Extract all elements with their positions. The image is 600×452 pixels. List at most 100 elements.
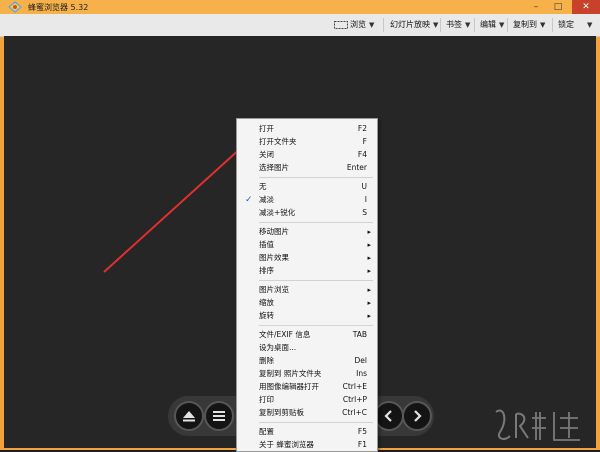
toolbar-divider — [507, 18, 508, 32]
menu-item-label: 配置 — [259, 427, 274, 436]
menu-item-select-picture[interactable]: 选择图片 Enter — [237, 162, 377, 174]
submenu-arrow-icon: ▸ — [367, 241, 371, 249]
toolbar-slideshow-menu[interactable]: 幻灯片放映 ▼ — [386, 19, 442, 31]
menu-item-about[interactable]: 关于 蜂蜜浏览器 F1 — [237, 439, 377, 451]
menu-item-label: 删除 — [259, 356, 274, 365]
menu-item-shortcut: F — [362, 137, 367, 146]
menu-item-label: 排序 — [259, 266, 274, 275]
menu-separator — [259, 422, 373, 423]
menu-item-rotate[interactable]: 旋转 ▸ — [237, 310, 377, 322]
toolbar-divider — [383, 18, 384, 32]
menu-item-zoom[interactable]: 缩放 ▸ — [237, 297, 377, 309]
close-button[interactable]: ✕ — [572, 0, 600, 14]
menu-item-shortcut: F1 — [357, 440, 367, 449]
menu-item-fade[interactable]: ✓ 减淡 I — [237, 194, 377, 206]
menu-item-none[interactable]: 无 U — [237, 181, 377, 193]
next-button[interactable] — [402, 401, 432, 431]
menu-item-label: 复制到 照片文件夹 — [259, 369, 322, 378]
menu-item-copy-to-clipboard[interactable]: 复制到剪贴板 Ctrl+C — [237, 407, 377, 419]
menu-item-sort[interactable]: 排序 ▸ — [237, 265, 377, 277]
menu-item-shortcut: Ctrl+C — [342, 408, 367, 417]
menu-item-shortcut: U — [361, 182, 368, 191]
menu-item-shortcut: Ctrl+E — [342, 382, 367, 391]
menu-item-picture-browse[interactable]: 图片浏览 ▸ — [237, 284, 377, 296]
checkmark-icon: ✓ — [245, 195, 253, 205]
menu-item-picture-effects[interactable]: 图片效果 ▸ — [237, 252, 377, 264]
menu-item-label: 文件/EXIF 信息 — [259, 330, 311, 339]
chevron-left-icon — [384, 410, 392, 422]
submenu-arrow-icon: ▸ — [367, 312, 371, 320]
menu-item-label: 选择图片 — [259, 163, 289, 172]
menu-separator — [259, 222, 373, 223]
menu-separator — [259, 325, 373, 326]
minimize-button[interactable]: – — [526, 0, 546, 14]
chevron-down-icon: ▼ — [499, 21, 505, 29]
menu-item-file-exif-info[interactable]: 文件/EXIF 信息 TAB — [237, 329, 377, 341]
eject-icon — [183, 411, 195, 422]
menu-item-label: 用图像编辑器打开 — [259, 382, 319, 391]
toolbar-lock-button[interactable]: 锁定 — [554, 19, 578, 31]
toolbar-overflow-button[interactable]: ▼ — [580, 19, 596, 31]
toolbar-edit-menu[interactable]: 编辑 ▼ — [476, 19, 508, 31]
eject-button[interactable] — [174, 401, 204, 431]
menu-item-label: 打印 — [259, 395, 274, 404]
menu-item-shortcut: I — [364, 195, 367, 204]
chevron-down-icon: ▼ — [433, 21, 439, 29]
menu-item-label: 打开文件夹 — [259, 137, 297, 146]
toolbar-copyto-menu[interactable]: 复制到 ▼ — [509, 19, 549, 31]
menu-item-shortcut: F5 — [357, 427, 367, 436]
menu-item-print[interactable]: 打印 Ctrl+P — [237, 394, 377, 406]
menu-item-open-folder[interactable]: 打开文件夹 F — [237, 136, 377, 148]
toolbar: 浏览 ▼ 幻灯片放映 ▼ 书签 ▼ 编辑 ▼ 复制到 ▼ 锁定 ▼ — [0, 14, 600, 37]
menu-item-label: 图片浏览 — [259, 285, 289, 294]
menu-item-shortcut: Enter — [346, 163, 367, 172]
menu-item-label: 移动图片 — [259, 227, 289, 236]
menu-item-copy-to-photo-folder[interactable]: 复制到 照片文件夹 Ins — [237, 368, 377, 380]
submenu-arrow-icon: ▸ — [367, 286, 371, 294]
menu-item-shortcut: Del — [354, 356, 367, 365]
chevron-down-icon: ▼ — [540, 21, 546, 29]
menu-item-set-desktop[interactable]: 设为桌面... — [237, 342, 377, 354]
toolbar-bookmarks-menu[interactable]: 书签 ▼ — [442, 19, 474, 31]
toolbar-browse-label: 浏览 — [350, 20, 366, 29]
title-bar[interactable]: 蜂蜜浏览器 5.32 – □ ✕ — [0, 0, 600, 14]
submenu-arrow-icon: ▸ — [367, 267, 371, 275]
menu-item-label: 减淡 — [259, 195, 274, 204]
maximize-button[interactable]: □ — [548, 0, 568, 14]
submenu-arrow-icon: ▸ — [367, 228, 371, 236]
menu-separator — [259, 177, 373, 178]
toolbar-divider — [474, 18, 475, 32]
menu-item-label: 无 — [259, 182, 267, 191]
menu-item-shortcut: S — [362, 208, 367, 217]
menu-item-move-picture[interactable]: 移动图片 ▸ — [237, 226, 377, 238]
browse-screen-icon — [334, 20, 348, 29]
chevron-down-icon: ▼ — [465, 21, 471, 29]
menu-item-settings[interactable]: 配置 F5 — [237, 426, 377, 438]
menu-item-open[interactable]: 打开 F2 — [237, 123, 377, 135]
menu-item-label: 插值 — [259, 240, 274, 249]
app-logo-icon — [8, 1, 22, 13]
context-menu: 打开 F2 打开文件夹 F 关闭 F4 选择图片 Enter 无 U ✓ 减淡 … — [236, 118, 378, 452]
previous-button[interactable] — [374, 401, 404, 431]
menu-item-label: 图片效果 — [259, 253, 289, 262]
toolbar-divider — [440, 18, 441, 32]
toolbar-edit-label: 编辑 — [480, 20, 496, 29]
toolbar-slideshow-label: 幻灯片放映 — [390, 20, 430, 29]
hamburger-menu-icon — [213, 411, 225, 421]
menu-item-close[interactable]: 关闭 F4 — [237, 149, 377, 161]
chevron-down-icon: ▼ — [587, 21, 593, 29]
menu-item-interpolation[interactable]: 插值 ▸ — [237, 239, 377, 251]
menu-item-label: 关于 蜂蜜浏览器 — [259, 440, 314, 449]
toolbar-browse-menu[interactable]: 浏览 ▼ — [330, 19, 378, 31]
menu-button[interactable] — [204, 401, 234, 431]
menu-item-shortcut: F2 — [357, 124, 367, 133]
menu-item-label: 关闭 — [259, 150, 274, 159]
menu-item-fade-sharpen[interactable]: 减淡+锐化 S — [237, 207, 377, 219]
app-window: 蜂蜜浏览器 5.32 – □ ✕ 浏览 ▼ 幻灯片放映 ▼ 书签 ▼ 编辑 ▼ 复制到 ▼… — [0, 0, 600, 452]
menu-separator — [259, 280, 373, 281]
window-title: 蜂蜜浏览器 5.32 — [28, 3, 89, 12]
toolbar-divider — [552, 18, 553, 32]
menu-item-delete[interactable]: 删除 Del — [237, 355, 377, 367]
menu-item-open-with-editor[interactable]: 用图像编辑器打开 Ctrl+E — [237, 381, 377, 393]
menu-item-shortcut: F4 — [357, 150, 367, 159]
